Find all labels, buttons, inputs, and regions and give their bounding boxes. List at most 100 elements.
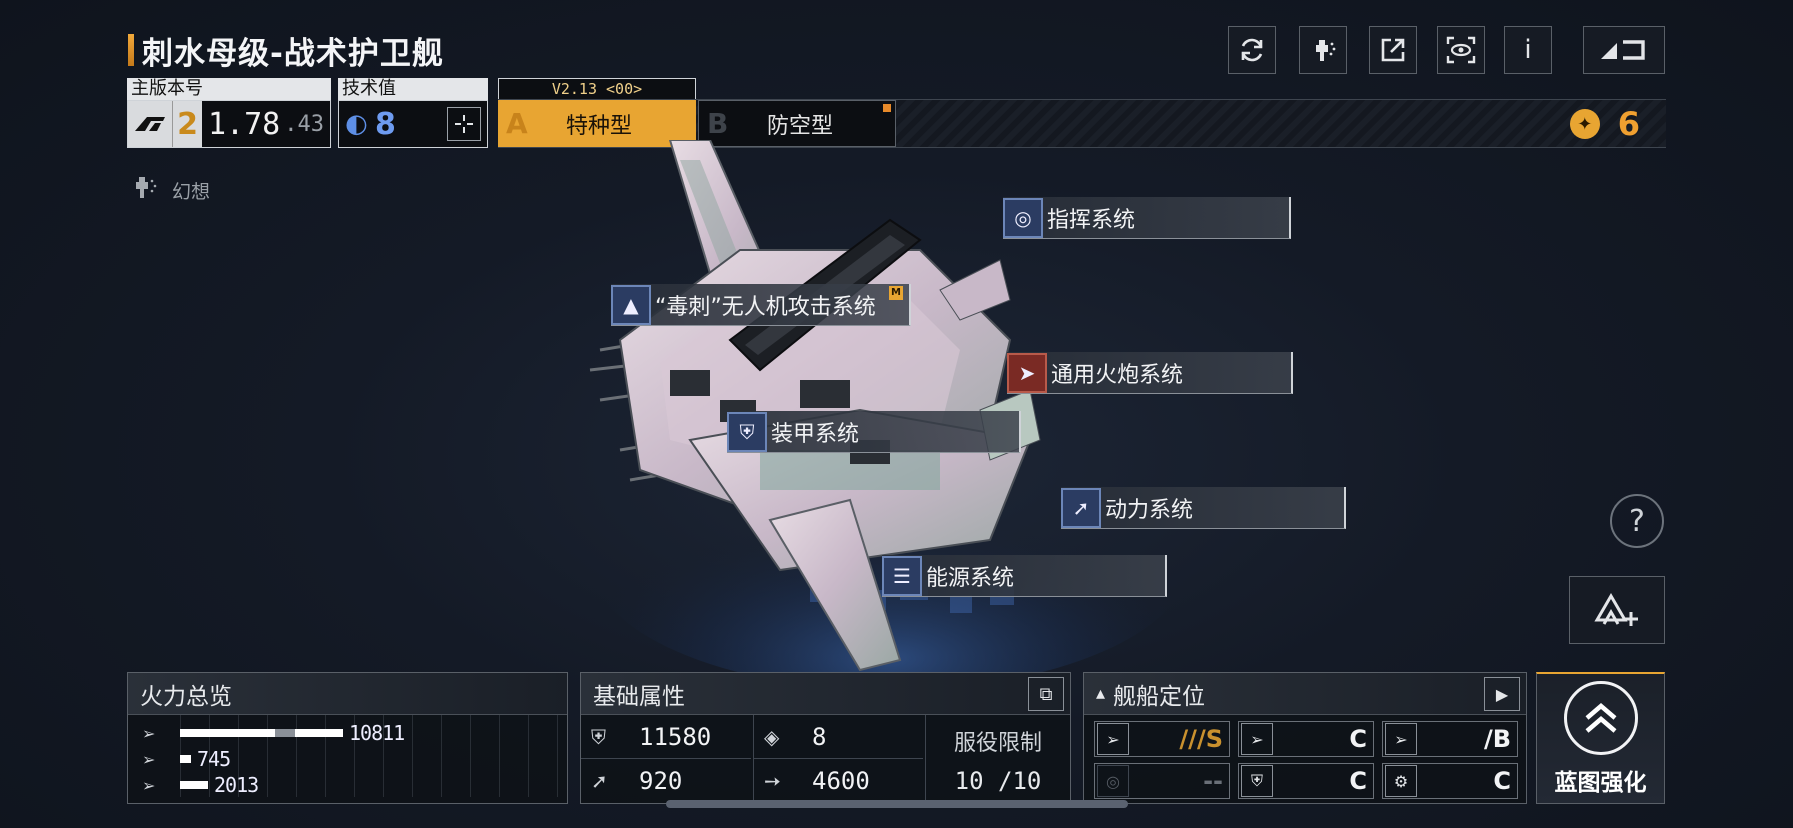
system-armor-label: 装甲系统: [771, 421, 860, 447]
paint-button[interactable]: [1299, 26, 1347, 74]
system-power-label: 动力系统: [1105, 497, 1194, 523]
blueprint-enhance-label: 蓝图强化: [1554, 769, 1647, 796]
system-cannon[interactable]: ➤ 通用火炮系统: [1007, 352, 1293, 394]
basic-attributes-panel: 基础属性 ⧉ ⛨ 11580 ◈ 8 ➚ 920 ➙ 4600 服役限制 10 …: [580, 672, 1071, 804]
variant-a-letter: A: [506, 107, 528, 140]
hull-shield-icon: ⛨: [591, 724, 606, 749]
back-button[interactable]: [1583, 26, 1665, 74]
fantasy-skin-label[interactable]: 幻想: [130, 174, 210, 206]
system-energy[interactable]: ☰ 能源系统: [882, 555, 1167, 597]
firepower-title: 火力总览: [128, 673, 567, 715]
anti-ship-icon: ➢: [1097, 723, 1129, 755]
view-button[interactable]: [1437, 26, 1485, 74]
firepower-bar-1-tail: [295, 729, 343, 737]
firepower-row-anti-ship: ➢ 10811: [142, 721, 562, 745]
version-main: 1.78: [208, 106, 281, 142]
refresh-button[interactable]: [1228, 26, 1276, 74]
firepower-row-anti-air: ➢ 745: [142, 747, 562, 771]
rating-anti-ship: ➢ ///S: [1094, 721, 1230, 757]
rating-defense-grade: C: [1349, 767, 1367, 795]
firepower-bar-3: [180, 781, 208, 789]
stat-hp-value: 11580: [639, 722, 712, 751]
crosshair-plus-icon: [455, 115, 473, 133]
fantasy-text: 幻想: [172, 180, 211, 203]
rating-siege: ➢ /B: [1382, 721, 1518, 757]
notification-dot: [883, 104, 891, 112]
tech-icon: ◐: [345, 109, 368, 139]
stat-speed: ➚ 920: [581, 759, 751, 803]
firepower-value-3: 2013: [214, 773, 259, 797]
stat-armor: ◈ 8: [753, 715, 923, 759]
currency-display: ✦ 6: [1569, 105, 1640, 143]
refresh-icon: [1241, 38, 1263, 62]
stat-hp: ⛨ 11580: [581, 715, 751, 759]
system-command[interactable]: ◎ 指挥系统: [1003, 197, 1291, 239]
position-marker-icon: ▴: [1096, 683, 1106, 704]
main-version-label: 主版本号: [127, 78, 331, 100]
tech-value-box: 技术值 ◐ 8: [338, 78, 488, 148]
system-armor[interactable]: ⛨ 装甲系统: [727, 411, 1021, 453]
home-indicator[interactable]: [666, 800, 1128, 808]
ship-positioning-panel: ▴ 舰船定位 ▶ ➢ ///S ➢ C ➢ /B ◎ -- ⛨ C ⚙ C: [1083, 672, 1527, 804]
rank-up-icon: [1594, 593, 1638, 626]
rating-defense: ⛨ C: [1238, 763, 1374, 799]
service-limit-title: 服役限制: [953, 731, 1042, 756]
share-button[interactable]: [1369, 26, 1417, 74]
anti-ship-icon: ➢: [142, 723, 156, 743]
tag-icon: ▶: [1495, 684, 1509, 704]
blueprint-enhance-button[interactable]: 蓝图强化: [1536, 672, 1665, 804]
rating-siege-grade: /B: [1483, 725, 1511, 753]
stat-range: ➙ 4600: [753, 759, 923, 803]
question-icon: ?: [1629, 503, 1645, 539]
system-power[interactable]: ➚ 动力系统: [1061, 487, 1346, 529]
armor-icon: ◈: [764, 724, 780, 749]
system-energy-label: 能源系统: [926, 565, 1015, 591]
energy-cells-icon: ☰: [882, 555, 922, 596]
firepower-bar-1-main: [180, 729, 275, 737]
rating-anti-fighter: ➢ C: [1238, 721, 1374, 757]
back-icon: [1601, 40, 1645, 60]
ship-title: 刺水母级-战术护卫舰: [142, 35, 444, 72]
speed-icon: ➚: [591, 769, 608, 793]
compare-button[interactable]: ⧉: [1028, 677, 1064, 711]
firepower-bar-1-grey: [275, 729, 295, 737]
rating-support-grade: --: [1203, 767, 1223, 795]
positioning-detail-button[interactable]: ▶: [1484, 677, 1520, 711]
warp-speed-icon: ➙: [764, 769, 781, 793]
version-tier: 2: [172, 101, 202, 147]
main-version-box: 主版本号 2 1.78 .43: [127, 78, 331, 148]
basic-attributes-title: 基础属性: [581, 673, 1070, 715]
firepower-value-2: 745: [197, 747, 231, 771]
rating-engineering: ⚙ C: [1382, 763, 1518, 799]
info-icon: i: [1524, 35, 1532, 65]
system-drone-attack[interactable]: ▲ “毒刺”无人机攻击系统 M: [611, 284, 911, 326]
firepower-row-siege: ➢ 2013: [142, 773, 562, 797]
anti-air-icon: ➢: [142, 749, 156, 769]
armor-shield-icon: ⛨: [727, 411, 767, 452]
cannon-shell-icon: ➤: [1007, 352, 1047, 393]
help-button[interactable]: ?: [1610, 494, 1664, 548]
module-tag: M: [889, 286, 903, 300]
shield-icon: ⛨: [1241, 765, 1273, 797]
tech-value-label: 技术值: [338, 78, 488, 100]
stat-range-value: 4600: [812, 767, 870, 795]
version-number: 1.78 .43: [202, 101, 330, 147]
service-limit-value: 10 /10: [954, 767, 1042, 795]
rating-anti-ship-grade: ///S: [1179, 725, 1223, 753]
info-button[interactable]: i: [1504, 26, 1552, 74]
anti-fighter-icon: ➢: [1241, 723, 1273, 755]
drone-squad-icon: ▲: [611, 284, 651, 325]
currency-value: 6: [1617, 105, 1640, 143]
variant-b-letter: B: [707, 107, 729, 140]
firepower-panel: 火力总览 ➢ 10811 ➢ 745 ➢ 2013: [127, 672, 568, 804]
rank-upgrade-button[interactable]: [1569, 576, 1665, 644]
paint-spray-icon: [130, 174, 160, 206]
engineering-icon: ⚙: [1385, 765, 1417, 797]
tech-add-button[interactable]: [447, 107, 481, 141]
rating-engineering-grade: C: [1493, 767, 1511, 795]
manufacturer-logo-icon: [128, 101, 172, 147]
firepower-value-1: 10811: [349, 721, 405, 745]
variant-version-tag: V2.13 <00>: [498, 78, 696, 100]
rating-anti-fighter-grade: C: [1349, 725, 1367, 753]
positioning-header: ▴ 舰船定位: [1084, 673, 1526, 715]
